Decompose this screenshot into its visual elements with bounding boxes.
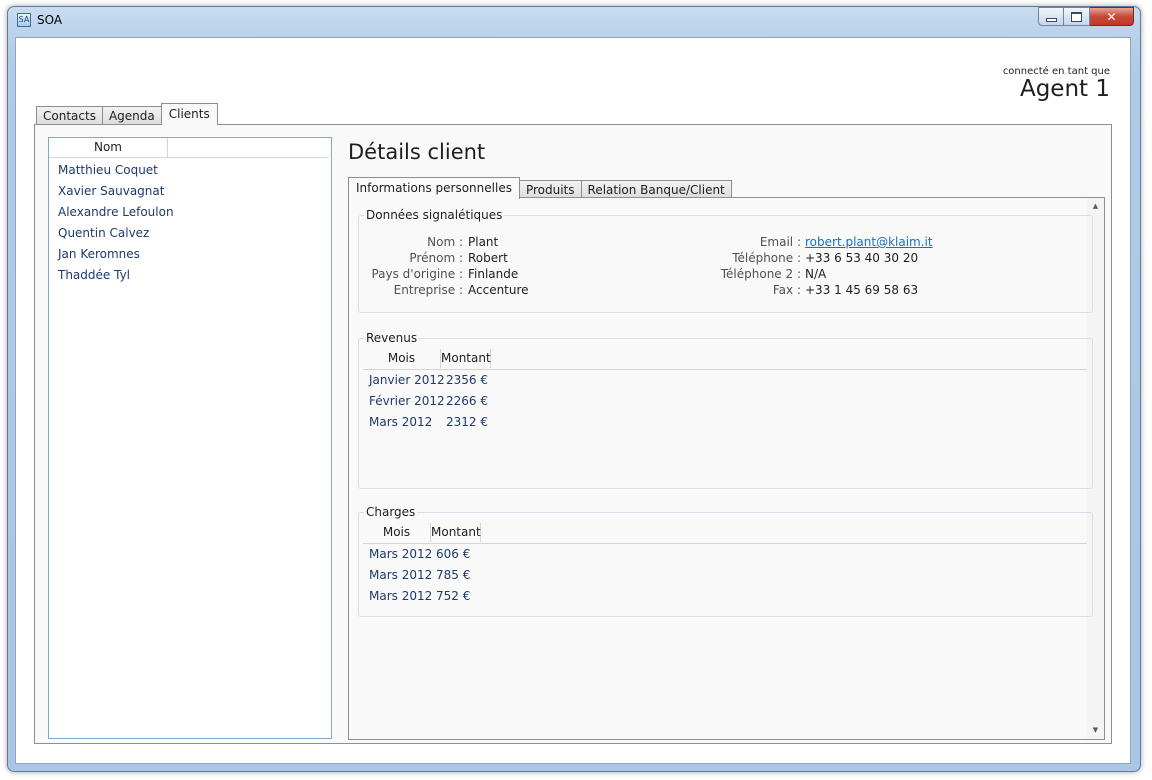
label-entreprise: Entreprise : bbox=[393, 283, 463, 297]
label-email: Email : bbox=[759, 235, 801, 249]
column-header-montant[interactable]: Montant bbox=[431, 523, 481, 542]
close-button[interactable]: ✕ bbox=[1090, 7, 1134, 26]
window-content: connecté en tant que Agent 1 Contacts Ag… bbox=[15, 37, 1131, 764]
list-item[interactable]: Jan Keromnes bbox=[58, 246, 174, 267]
column-header-nom[interactable]: Nom bbox=[49, 138, 168, 158]
list-item[interactable]: Xavier Sauvagnat bbox=[58, 183, 174, 204]
page-title: Détails client bbox=[348, 140, 486, 164]
list-item[interactable]: Thaddée Tyl bbox=[58, 267, 174, 288]
cell-montant: 606 € bbox=[436, 547, 471, 561]
scroll-down-icon[interactable]: ▼ bbox=[1087, 722, 1104, 739]
label-nom: Nom : bbox=[427, 235, 463, 249]
identity-right-values: robert.plant@klaim.it +33 6 53 40 30 20 … bbox=[805, 234, 933, 298]
email-link[interactable]: robert.plant@klaim.it bbox=[805, 234, 933, 250]
maximize-button[interactable] bbox=[1064, 7, 1090, 26]
cell-mois: Mars 2012 bbox=[369, 568, 433, 582]
cell-montant: 752 € bbox=[436, 589, 471, 603]
charges-legend: Charges bbox=[366, 505, 416, 519]
client-list[interactable]: Nom Matthieu Coquet Xavier Sauvagnat Ale… bbox=[48, 137, 332, 739]
personal-info-panel: ▲ ▼ Données signalétiques Nom : Prénom :… bbox=[348, 197, 1105, 740]
label-telephone-2: Téléphone 2 : bbox=[720, 267, 801, 281]
header-divider bbox=[168, 157, 329, 158]
window-title: SOA bbox=[37, 13, 63, 27]
label-fax: Fax : bbox=[772, 283, 801, 297]
identity-right-labels: Email : Téléphone : Téléphone 2 : Fax : bbox=[709, 234, 801, 298]
cell-mois: Février 2012 bbox=[369, 394, 445, 408]
revenus-legend: Revenus bbox=[366, 331, 418, 345]
title-bar[interactable]: SA SOA ✕ bbox=[8, 7, 1140, 35]
cell-montant: 2356 € bbox=[446, 373, 488, 387]
app-window: SA SOA ✕ connecté en tant que Agent 1 Co… bbox=[7, 6, 1141, 772]
value-fax: +33 1 45 69 58 63 bbox=[805, 283, 919, 297]
minimize-button[interactable] bbox=[1038, 7, 1064, 26]
value-telephone: +33 6 53 40 30 20 bbox=[805, 251, 919, 265]
column-header-mois[interactable]: Mois bbox=[363, 349, 441, 368]
value-pays: Finlande bbox=[468, 267, 519, 281]
window-app-icon: SA bbox=[17, 13, 31, 27]
window-controls: ✕ bbox=[1038, 7, 1134, 27]
label-telephone: Téléphone : bbox=[732, 251, 801, 265]
column-header-montant[interactable]: Montant bbox=[441, 349, 491, 368]
cell-montant: 2266 € bbox=[446, 394, 488, 408]
cell-mois: Mars 2012 bbox=[369, 589, 433, 603]
list-item[interactable]: Matthieu Coquet bbox=[58, 162, 174, 183]
cell-mois: Mars 2012 bbox=[369, 547, 433, 561]
logged-in-user: Agent 1 bbox=[1019, 76, 1110, 102]
charges-grid-header: Mois Montant bbox=[363, 523, 1087, 544]
tab-clients[interactable]: Clients bbox=[160, 103, 218, 125]
label-prenom: Prénom : bbox=[409, 251, 463, 265]
main-tabs: Contacts Agenda Clients bbox=[36, 103, 218, 125]
cell-mois: Mars 2012 bbox=[369, 415, 433, 429]
identity-left-values: Plant Robert Finlande Accenture bbox=[468, 234, 529, 298]
column-header-mois[interactable]: Mois bbox=[363, 523, 431, 542]
client-list-items: Matthieu Coquet Xavier Sauvagnat Alexand… bbox=[58, 162, 174, 288]
clients-tab-panel: Nom Matthieu Coquet Xavier Sauvagnat Ale… bbox=[34, 124, 1112, 744]
tab-agenda[interactable]: Agenda bbox=[101, 106, 162, 125]
cell-mois: Janvier 2012 bbox=[369, 373, 445, 387]
tab-contacts[interactable]: Contacts bbox=[36, 106, 103, 125]
label-pays: Pays d'origine : bbox=[371, 267, 463, 281]
list-item[interactable]: Alexandre Lefoulon bbox=[58, 204, 174, 225]
cell-montant: 785 € bbox=[436, 568, 471, 582]
value-entreprise: Accenture bbox=[468, 283, 529, 297]
minimize-icon bbox=[1045, 17, 1057, 22]
value-prenom: Robert bbox=[468, 251, 508, 265]
detail-tabs: Informations personnelles Produits Relat… bbox=[348, 177, 732, 199]
identity-left-labels: Nom : Prénom : Pays d'origine : Entrepri… bbox=[359, 234, 463, 298]
tab-informations-personnelles[interactable]: Informations personnelles bbox=[348, 177, 520, 199]
value-telephone-2: N/A bbox=[805, 267, 827, 281]
identity-legend: Données signalétiques bbox=[366, 208, 503, 222]
value-nom: Plant bbox=[468, 235, 499, 249]
maximize-icon bbox=[1071, 11, 1082, 22]
cell-montant: 2312 € bbox=[446, 415, 488, 429]
revenus-grid-header: Mois Montant bbox=[363, 349, 1087, 370]
list-item[interactable]: Quentin Calvez bbox=[58, 225, 174, 246]
close-icon: ✕ bbox=[1106, 9, 1117, 24]
